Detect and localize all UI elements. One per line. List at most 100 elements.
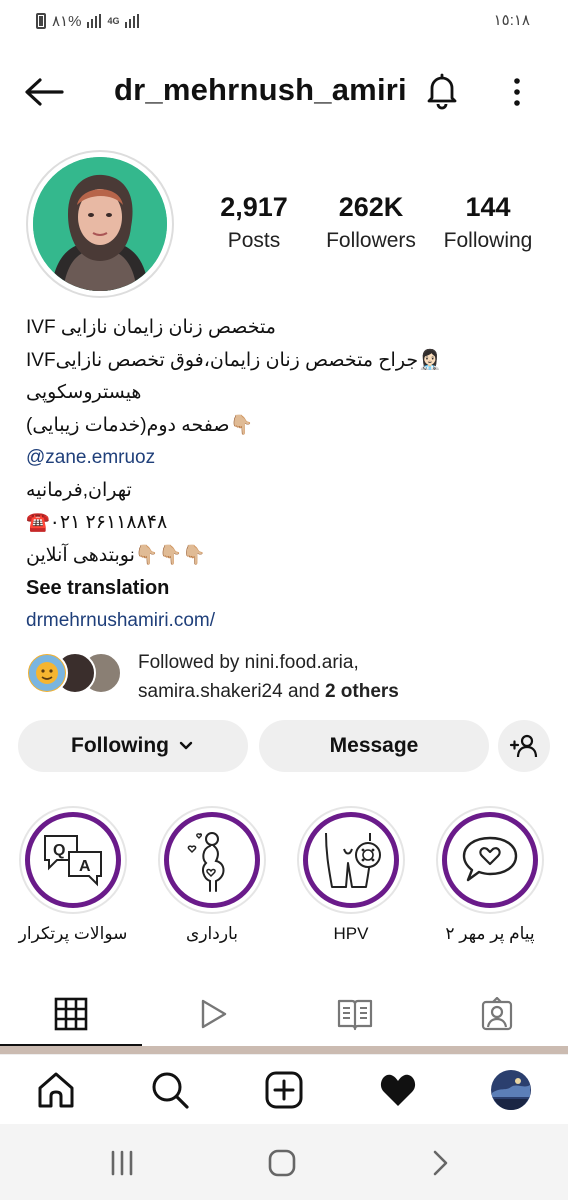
tab-guides[interactable] <box>284 982 426 1046</box>
tab-posts-grid[interactable] <box>0 982 142 1046</box>
highlight-ring: Q A <box>19 806 127 914</box>
nav-activity[interactable] <box>375 1067 421 1113</box>
highlight-pregnancy[interactable]: بارداری <box>157 806 267 944</box>
mutual-avatar <box>26 652 68 694</box>
followed-by-others: 2 others <box>324 681 399 702</box>
highlight-label: پیام پر مهر ۲ <box>445 924 535 943</box>
stat-followers-label: Followers <box>326 229 416 252</box>
play-icon <box>201 999 227 1029</box>
highlight-cover: Q A <box>25 812 121 908</box>
posts-grid-preview[interactable] <box>0 1046 568 1054</box>
profile-photo <box>33 157 167 291</box>
stat-posts-label: Posts <box>227 229 281 252</box>
following-button[interactable]: Following <box>18 720 248 772</box>
signal-icon <box>87 14 102 28</box>
kebab-menu-icon <box>514 78 520 106</box>
bio-line: 👇🏼👇🏼👇🏼نوبتدهی آنلاین <box>26 544 206 566</box>
stat-following-value: 144 <box>465 192 511 222</box>
followed-by-line1: Followed by nini.food.aria, <box>138 652 359 673</box>
bell-icon <box>427 73 457 110</box>
search-icon <box>152 1072 189 1109</box>
highlight-ring <box>436 806 544 914</box>
home-square-icon <box>268 1149 296 1177</box>
bio-phone: ☎️۰۲۱ ۲۶۱۱۸۸۴۸ <box>26 512 168 533</box>
mutual-avatars <box>26 652 130 696</box>
heart-icon <box>380 1074 416 1106</box>
suggested-users-button[interactable] <box>498 720 550 772</box>
home-system-button[interactable] <box>262 1146 302 1180</box>
back-arrow-icon <box>25 78 64 106</box>
followed-by-text: Followed by nini.food.aria, samira.shake… <box>138 648 399 706</box>
back-system-button[interactable] <box>420 1146 460 1180</box>
profile-avatar[interactable] <box>26 150 174 298</box>
heart-chat-icon <box>462 836 518 882</box>
nav-home[interactable] <box>33 1067 79 1113</box>
qa-chat-icon: Q A <box>44 835 102 887</box>
profile-photo-illustration <box>33 157 167 291</box>
highlight-kind-messages[interactable]: پیام پر مهر ۲ <box>435 806 545 944</box>
tab-tagged[interactable] <box>426 982 568 1046</box>
highlight-faq[interactable]: Q A سوالات پرتکرار <box>18 806 128 944</box>
stat-posts-value: 2,917 <box>220 192 288 222</box>
svg-text:A: A <box>79 858 91 875</box>
profile-tabs <box>0 982 568 1046</box>
highlight-cover <box>442 812 538 908</box>
profile-bio: IVF متخصص زنان زایمان نازایی IVFجراح متخ… <box>26 312 546 637</box>
bio-line: 👇🏼صفحه دوم(خدمات زیبایی) <box>26 414 254 436</box>
highlight-label: سوالات پرتکرار <box>18 924 128 943</box>
svg-text:Q: Q <box>53 842 65 859</box>
signal-icon-2 <box>125 14 140 28</box>
following-button-label: Following <box>71 734 169 757</box>
highlight-cover <box>164 812 260 908</box>
pregnancy-icon <box>187 832 225 892</box>
highlight-hpv[interactable]: HPV <box>296 806 406 944</box>
hpv-icon <box>325 832 381 888</box>
sun-face-icon <box>29 655 65 691</box>
stat-followers-value: 262K <box>338 192 404 222</box>
stat-following[interactable]: 144 Following <box>438 192 538 253</box>
chevron-right-icon <box>433 1150 448 1176</box>
profile-avatar-icon <box>491 1070 531 1110</box>
notifications-button[interactable] <box>422 70 462 110</box>
bottom-navigation <box>0 1054 568 1124</box>
followed-by[interactable]: Followed by nini.food.aria, samira.shake… <box>26 648 556 704</box>
recent-apps-icon <box>111 1150 133 1176</box>
status-time: ١٥:١٨ <box>493 12 530 29</box>
highlight-label: بارداری <box>186 924 238 943</box>
message-button-label: Message <box>329 734 419 757</box>
battery-percent: ٨١% <box>52 13 82 30</box>
profile-header: dr_mehrnush_amiri <box>0 64 568 120</box>
system-navigation-bar <box>0 1124 568 1200</box>
bio-line: تهران,فرمانیه <box>26 479 132 501</box>
stat-followers[interactable]: 262K Followers <box>320 192 422 253</box>
highlight-ring <box>158 806 266 914</box>
highlight-cover <box>303 812 399 908</box>
network-type: 4G <box>107 15 120 26</box>
battery-icon <box>36 13 46 29</box>
tab-reels[interactable] <box>142 982 284 1046</box>
profile-username: dr_mehrnush_amiri <box>114 72 407 107</box>
guide-book-icon <box>337 999 373 1031</box>
tagged-user-icon <box>481 997 513 1031</box>
back-button[interactable] <box>22 76 66 108</box>
nav-profile[interactable] <box>488 1067 534 1113</box>
chevron-down-icon <box>179 741 193 750</box>
stat-following-label: Following <box>443 229 533 252</box>
bio-line: IVFجراح متخصص زنان زایمان،فوق تخصص نازای… <box>26 349 442 371</box>
highlight-label: HPV <box>333 924 369 943</box>
stat-posts[interactable]: 2,917 Posts <box>212 192 296 253</box>
recent-apps-button[interactable] <box>102 1146 142 1180</box>
nav-create[interactable] <box>261 1067 307 1113</box>
nav-search[interactable] <box>147 1067 193 1113</box>
website-link[interactable]: drmehrnushamiri.com/ <box>26 605 546 638</box>
status-bar: ٨١% 4G ١٥:١٨ <box>0 0 568 44</box>
plus-square-icon <box>265 1071 303 1109</box>
status-indicators: ٨١% 4G <box>36 12 140 30</box>
add-user-icon <box>509 734 538 758</box>
highlight-ring <box>297 806 405 914</box>
bio-mention-link[interactable]: @zane.emruoz <box>26 442 546 475</box>
grid-icon <box>54 997 88 1031</box>
message-button[interactable]: Message <box>259 720 489 772</box>
more-options-button[interactable] <box>502 74 532 110</box>
see-translation-button[interactable]: See translation <box>26 572 546 605</box>
